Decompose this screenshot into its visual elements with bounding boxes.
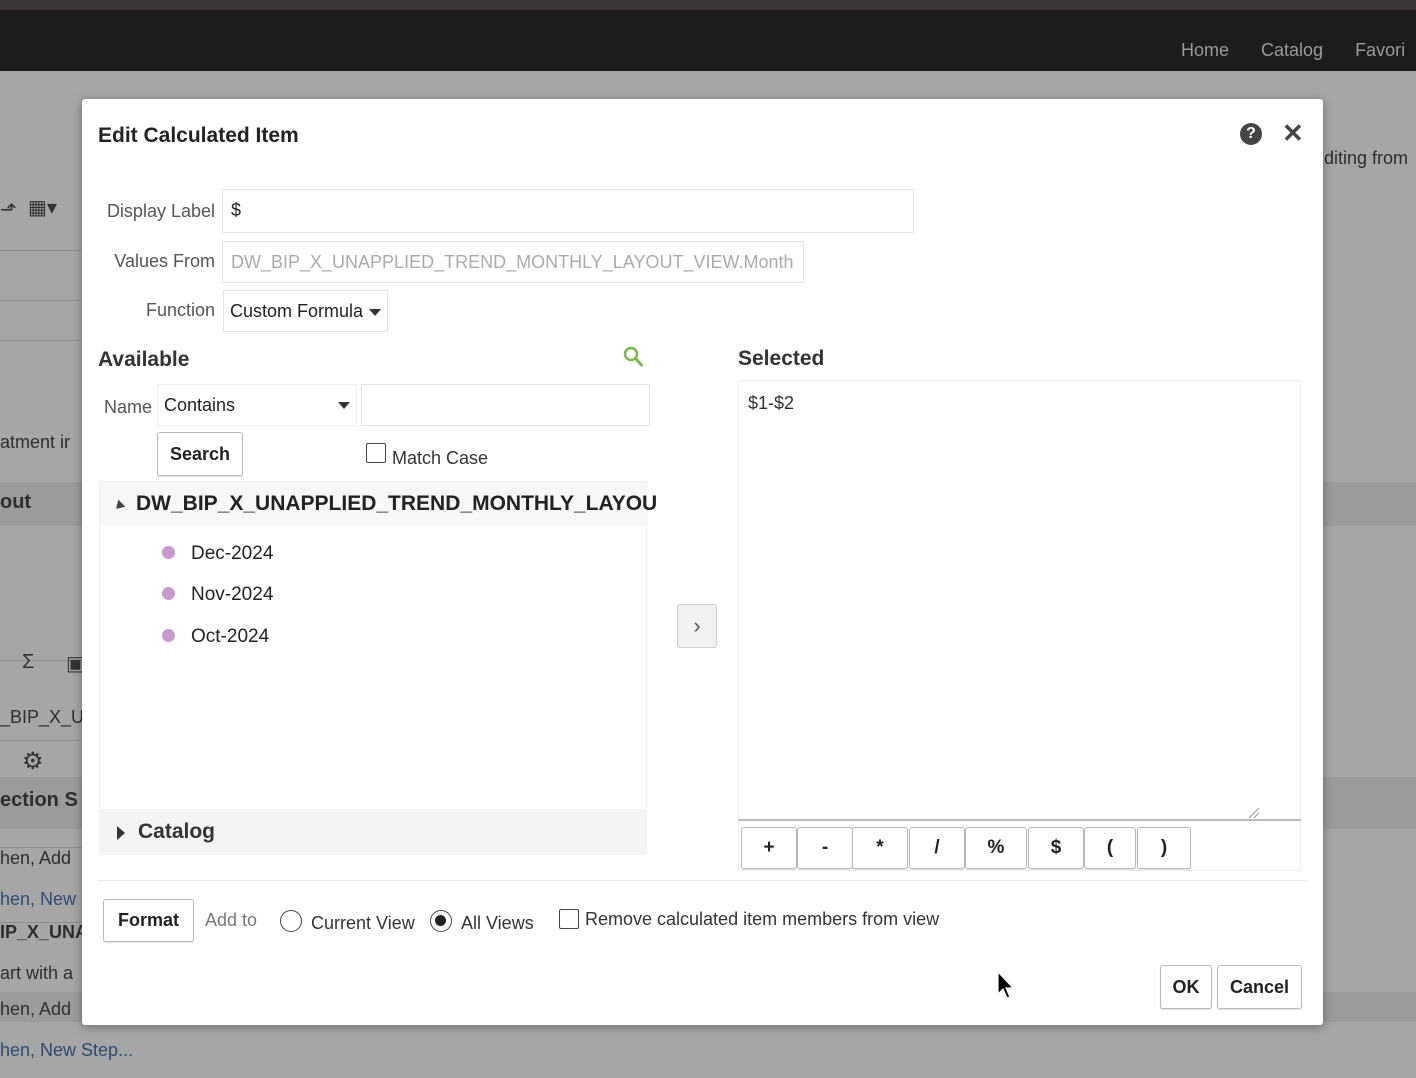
footer-divider bbox=[98, 880, 1307, 881]
tree-member-label: Oct-2024 bbox=[191, 626, 270, 647]
window-top-strip bbox=[0, 0, 1416, 10]
ok-button[interactable]: OK bbox=[1160, 965, 1212, 1009]
bg-text: hen, Add bbox=[0, 999, 72, 1019]
all-views-radio[interactable] bbox=[430, 910, 452, 932]
member-icon bbox=[162, 629, 175, 642]
name-filter-label: Name bbox=[104, 397, 153, 417]
dollar-operator-button[interactable]: $ bbox=[1028, 827, 1084, 869]
chevron-down-icon bbox=[369, 308, 382, 316]
remove-members-label: Remove calculated item members from view bbox=[585, 909, 940, 929]
multiply-operator-button[interactable]: * bbox=[852, 827, 908, 869]
tree-member-label: Dec-2024 bbox=[191, 543, 274, 564]
values-from-label: Values From bbox=[114, 251, 215, 271]
dialog-title: Edit Calculated Item bbox=[98, 124, 299, 147]
sigma-icon[interactable]: Σ bbox=[22, 651, 34, 674]
search-icon[interactable] bbox=[623, 346, 643, 368]
divide-operator-button[interactable]: / bbox=[909, 827, 965, 869]
help-icon[interactable]: ? bbox=[1240, 123, 1262, 145]
bg-text: art with a bbox=[0, 963, 74, 983]
app-header: Home Catalog Favori bbox=[0, 10, 1416, 71]
nav-catalog[interactable]: Catalog bbox=[1261, 40, 1323, 61]
values-from-field: DW_BIP_X_UNAPPLIED_TREND_MONTHLY_LAYOUT_… bbox=[222, 241, 804, 283]
formula-text: $1-$2 bbox=[748, 393, 795, 413]
bg-link[interactable]: hen, New Step... bbox=[0, 1040, 133, 1061]
tree-root-label: DW_BIP_X_UNAPPLIED_TREND_MONTHLY_LAYOUT bbox=[136, 492, 656, 515]
open-paren-button[interactable]: ( bbox=[1084, 827, 1136, 869]
catalog-label: Catalog bbox=[138, 820, 216, 843]
member-icon bbox=[162, 587, 175, 600]
bg-divider bbox=[0, 300, 90, 301]
bg-text: hen, Add bbox=[0, 848, 72, 868]
catalog-tree-row[interactable]: Catalog bbox=[99, 809, 647, 855]
bg-divider bbox=[0, 340, 90, 341]
bg-text: IP_X_UNA bbox=[0, 922, 89, 942]
display-label-label: Display Label bbox=[106, 201, 215, 221]
bg-section-title: ection S bbox=[0, 789, 78, 811]
minus-operator-button[interactable]: - bbox=[797, 827, 853, 869]
match-case-label: Match Case bbox=[392, 448, 489, 468]
formula-editor[interactable]: $1-$2 bbox=[738, 380, 1301, 822]
gear-icon[interactable]: ⚙ bbox=[22, 747, 44, 776]
format-button[interactable]: Format bbox=[103, 899, 194, 942]
close-icon[interactable]: ✕ bbox=[1282, 118, 1304, 148]
remove-members-checkbox[interactable] bbox=[559, 909, 579, 929]
tree-member-item[interactable]: Dec-2024 bbox=[162, 540, 462, 570]
available-heading: Available bbox=[98, 348, 190, 371]
percent-operator-button[interactable]: % bbox=[965, 827, 1027, 869]
tree-root-row[interactable]: DW_BIP_X_UNAPPLIED_TREND_MONTHLY_LAYOUT bbox=[100, 482, 656, 526]
resize-grip-icon[interactable] bbox=[1246, 805, 1260, 819]
bg-divider bbox=[0, 740, 90, 741]
function-label: Function bbox=[145, 300, 215, 320]
bg-link[interactable]: hen, New bbox=[0, 889, 76, 910]
export-icon[interactable]: ⬏ bbox=[0, 197, 17, 222]
member-icon bbox=[162, 546, 175, 559]
display-label-input[interactable]: $ bbox=[222, 189, 914, 233]
nav-home[interactable]: Home bbox=[1181, 40, 1229, 61]
edit-calculated-item-dialog: Edit Calculated Item ? ✕ Display Label $… bbox=[82, 99, 1323, 1025]
selected-heading: Selected bbox=[738, 347, 825, 370]
bg-section-title: out bbox=[0, 491, 32, 513]
bg-text: diting from bbox=[1324, 148, 1409, 168]
search-button[interactable]: Search bbox=[157, 432, 243, 476]
mouse-cursor-icon bbox=[997, 971, 1015, 999]
layout-icon[interactable]: ▦▾ bbox=[28, 195, 57, 220]
current-view-label: Current View bbox=[311, 913, 415, 933]
expand-icon[interactable] bbox=[117, 826, 125, 840]
bg-text: atment ir bbox=[0, 432, 71, 452]
chevron-down-icon bbox=[338, 402, 350, 409]
collapse-icon[interactable] bbox=[112, 499, 126, 513]
tree-member-item[interactable]: Oct-2024 bbox=[162, 623, 462, 653]
function-dropdown[interactable]: Custom Formula bbox=[223, 290, 389, 332]
name-operator-dropdown[interactable]: Contains bbox=[157, 384, 357, 426]
plus-operator-button[interactable]: + bbox=[741, 827, 797, 869]
tree-member-label: Nov-2024 bbox=[191, 584, 274, 605]
move-to-selected-button[interactable]: › bbox=[677, 604, 717, 648]
chevron-right-icon: › bbox=[693, 613, 701, 638]
name-filter-input[interactable] bbox=[361, 384, 650, 426]
top-navigation: Home Catalog Favori bbox=[1181, 40, 1405, 61]
bg-text: _BIP_X_U bbox=[0, 707, 85, 727]
nav-favorites[interactable]: Favori bbox=[1355, 40, 1405, 61]
name-operator-value: Contains bbox=[164, 395, 236, 415]
match-case-checkbox[interactable] bbox=[366, 443, 386, 463]
all-views-label: All Views bbox=[461, 913, 534, 933]
add-to-label: Add to bbox=[205, 910, 258, 930]
current-view-radio[interactable] bbox=[280, 910, 302, 932]
operator-toolbar: + - * / % $ ( ) bbox=[738, 821, 1301, 871]
cancel-button[interactable]: Cancel bbox=[1217, 965, 1302, 1009]
available-tree: DW_BIP_X_UNAPPLIED_TREND_MONTHLY_LAYOUT … bbox=[99, 481, 656, 855]
close-paren-button[interactable]: ) bbox=[1137, 827, 1191, 869]
bg-divider bbox=[0, 250, 90, 251]
function-value: Custom Formula bbox=[230, 301, 364, 321]
tree-member-item[interactable]: Nov-2024 bbox=[162, 581, 462, 611]
